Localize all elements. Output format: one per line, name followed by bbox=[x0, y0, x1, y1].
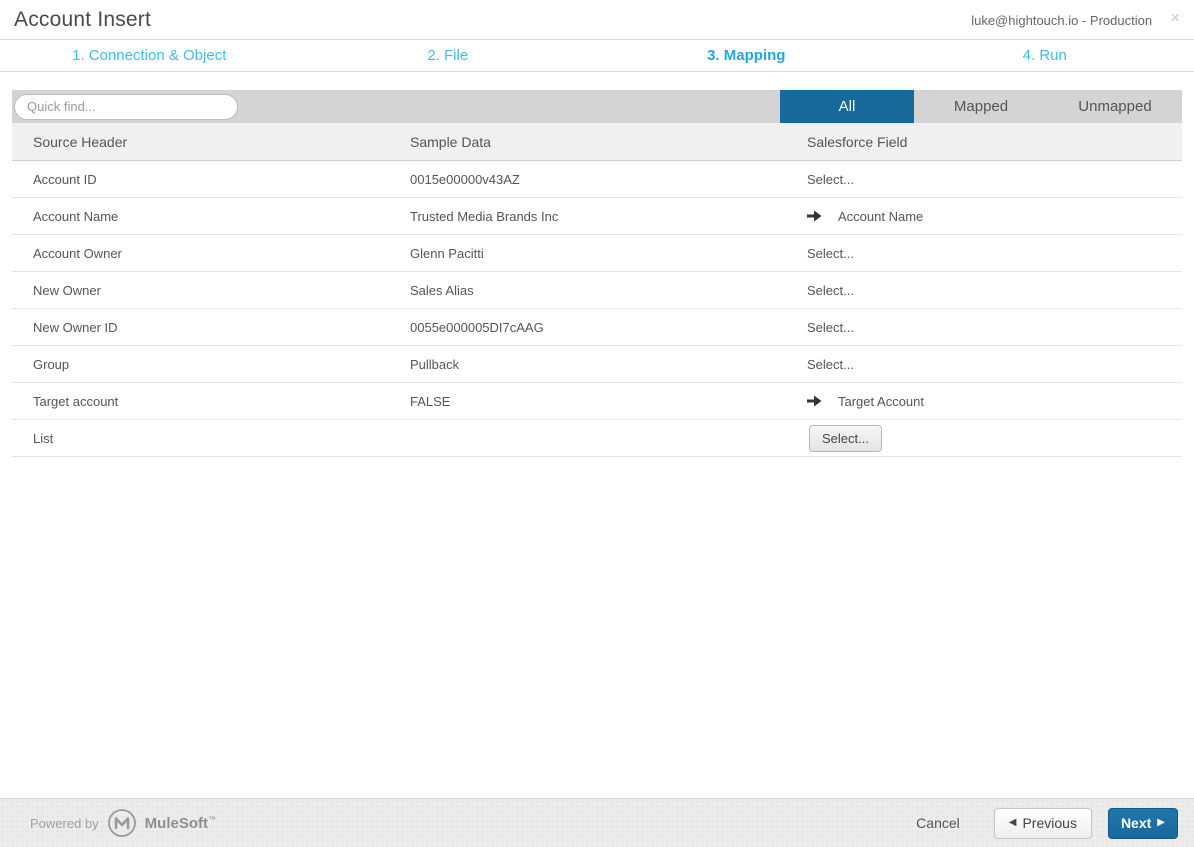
close-icon[interactable]: × bbox=[1166, 7, 1184, 28]
sample-data-cell: Sales Alias bbox=[410, 283, 807, 298]
sample-data-cell: FALSE bbox=[410, 394, 807, 409]
source-header-cell: Account Name bbox=[12, 209, 410, 224]
next-arrow-icon: ▶ bbox=[1157, 818, 1165, 828]
salesforce-field-cell: Account Name bbox=[807, 209, 1182, 224]
column-salesforce-field: Salesforce Field bbox=[807, 134, 1182, 150]
table-row: New Owner ID 0055e000005DI7cAAG Select..… bbox=[12, 309, 1182, 346]
source-header-cell: Account ID bbox=[12, 172, 410, 187]
salesforce-field-value[interactable]: Account Name bbox=[838, 209, 923, 224]
tab-unmapped[interactable]: Unmapped bbox=[1048, 90, 1182, 123]
source-header-cell: New Owner ID bbox=[12, 320, 410, 335]
salesforce-field-cell: Select... bbox=[807, 172, 1182, 187]
main-content: AllMappedUnmapped Source Header Sample D… bbox=[0, 72, 1194, 798]
previous-arrow-icon: ◀ bbox=[1009, 818, 1017, 828]
footer-bar: Powered by MuleSoft™ Cancel ◀ Previous N… bbox=[0, 798, 1194, 847]
table-row: Account Name Trusted Media Brands Inc Ac… bbox=[12, 198, 1182, 235]
salesforce-field-cell: Select... bbox=[807, 425, 1182, 452]
salesforce-field-value[interactable]: Select... bbox=[807, 246, 854, 261]
page-title: Account Insert bbox=[14, 8, 151, 32]
salesforce-field-cell: Select... bbox=[807, 246, 1182, 261]
source-header-cell: Target account bbox=[12, 394, 410, 409]
powered-by-label: Powered by bbox=[30, 816, 99, 831]
salesforce-field-value[interactable]: Select... bbox=[807, 172, 854, 187]
window-header: Account Insert luke@hightouch.io - Produ… bbox=[0, 0, 1194, 40]
source-header-cell: Account Owner bbox=[12, 246, 410, 261]
quick-find-input[interactable] bbox=[14, 94, 238, 120]
mapping-toolbar: AllMappedUnmapped bbox=[12, 90, 1182, 123]
table-row: Account Owner Glenn Pacitti Select... bbox=[12, 235, 1182, 272]
salesforce-field-cell: Target Account bbox=[807, 394, 1182, 409]
mapped-arrow-icon bbox=[807, 210, 822, 222]
salesforce-field-value[interactable]: Select... bbox=[807, 357, 854, 372]
table-row: Account ID 0015e00000v43AZ Select... bbox=[12, 161, 1182, 198]
wizard-step-1[interactable]: 1. Connection & Object bbox=[0, 40, 299, 71]
cancel-button[interactable]: Cancel bbox=[916, 815, 960, 831]
salesforce-field-cell: Select... bbox=[807, 320, 1182, 335]
salesforce-field-value[interactable]: Select... bbox=[807, 283, 854, 298]
table-row: Target account FALSE Target Account bbox=[12, 383, 1182, 420]
table-header-row: Source Header Sample Data Salesforce Fie… bbox=[12, 123, 1182, 161]
sample-data-cell: Glenn Pacitti bbox=[410, 246, 807, 261]
salesforce-field-cell: Select... bbox=[807, 283, 1182, 298]
tab-all[interactable]: All bbox=[780, 90, 914, 123]
table-row: List Select... bbox=[12, 420, 1182, 457]
salesforce-field-cell: Select... bbox=[807, 357, 1182, 372]
source-header-cell: List bbox=[12, 431, 410, 446]
wizard-steps: 1. Connection & Object2. File3. Mapping4… bbox=[0, 40, 1194, 72]
mapping-table: Source Header Sample Data Salesforce Fie… bbox=[12, 123, 1182, 457]
wizard-step-4[interactable]: 4. Run bbox=[896, 40, 1194, 71]
source-header-cell: Group bbox=[12, 357, 410, 372]
salesforce-field-value[interactable]: Target Account bbox=[838, 394, 924, 409]
tab-mapped[interactable]: Mapped bbox=[914, 90, 1048, 123]
salesforce-field-value[interactable]: Select... bbox=[807, 320, 854, 335]
column-sample-data: Sample Data bbox=[410, 134, 807, 150]
sample-data-cell: Pullback bbox=[410, 357, 807, 372]
brand-name: MuleSoft™ bbox=[145, 815, 216, 832]
mulesoft-logo-icon bbox=[107, 808, 137, 838]
mapped-arrow-icon bbox=[807, 395, 822, 407]
sample-data-cell: Trusted Media Brands Inc bbox=[410, 209, 807, 224]
source-header-cell: New Owner bbox=[12, 283, 410, 298]
powered-by: Powered by MuleSoft™ bbox=[30, 808, 216, 838]
wizard-step-3[interactable]: 3. Mapping bbox=[597, 40, 896, 71]
user-connection-label: luke@hightouch.io - Production bbox=[971, 13, 1152, 28]
filter-tabs: AllMappedUnmapped bbox=[780, 90, 1182, 123]
select-field-button[interactable]: Select... bbox=[809, 425, 882, 452]
table-row: Group Pullback Select... bbox=[12, 346, 1182, 383]
wizard-step-2[interactable]: 2. File bbox=[299, 40, 598, 71]
previous-button[interactable]: ◀ Previous bbox=[994, 808, 1092, 839]
sample-data-cell: 0015e00000v43AZ bbox=[410, 172, 807, 187]
sample-data-cell: 0055e000005DI7cAAG bbox=[410, 320, 807, 335]
column-source-header: Source Header bbox=[12, 134, 410, 150]
table-row: New Owner Sales Alias Select... bbox=[12, 272, 1182, 309]
next-button[interactable]: Next ▶ bbox=[1108, 808, 1178, 839]
